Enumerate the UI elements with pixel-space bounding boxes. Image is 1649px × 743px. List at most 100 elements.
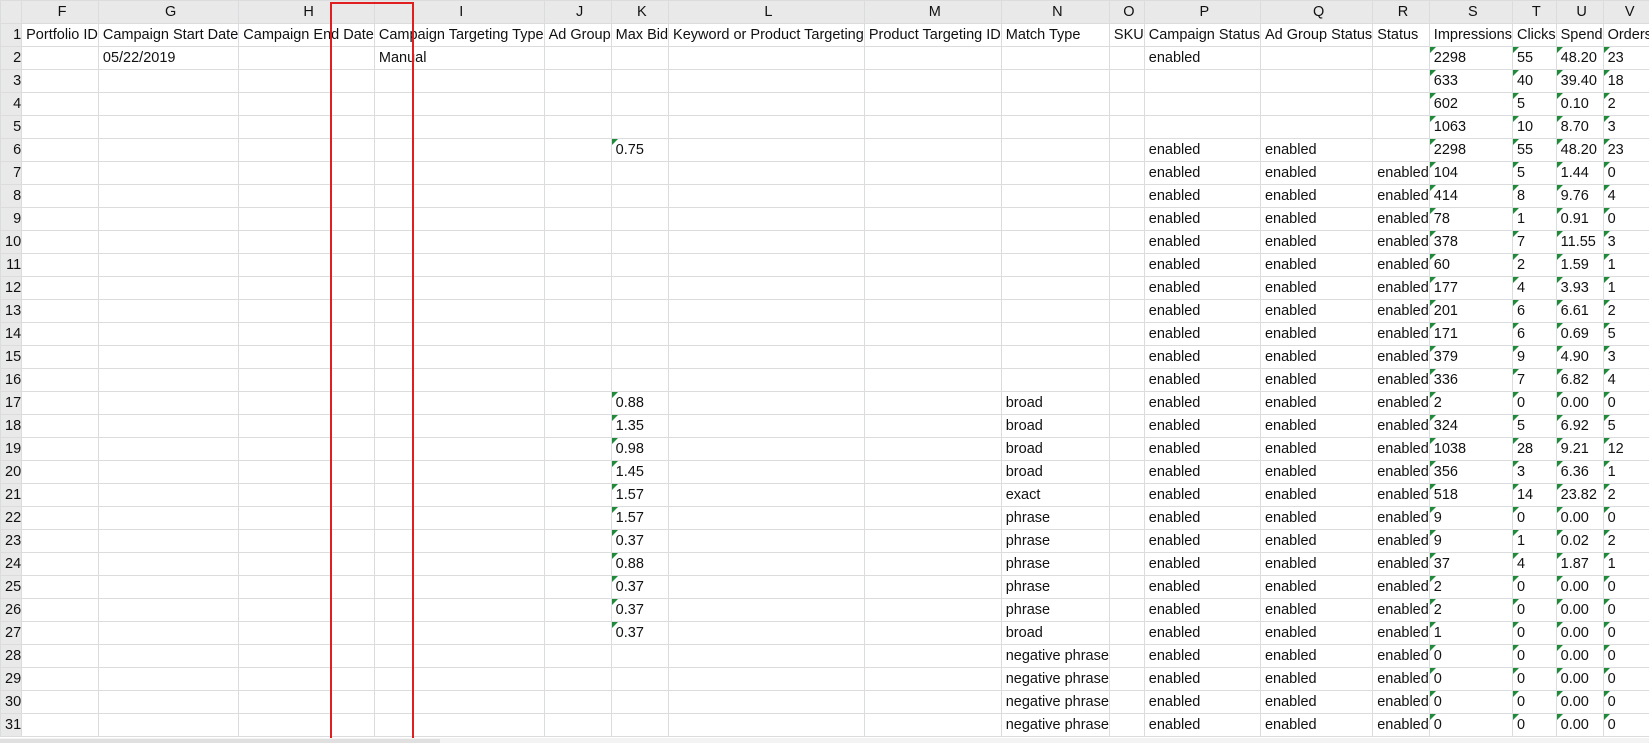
cell-g18[interactable] [97,414,240,438]
cell-o7[interactable] [1108,161,1145,185]
cell-q11[interactable]: enabled [1259,253,1374,277]
cell-h24[interactable] [238,552,375,576]
cell-t13[interactable]: 6 [1511,299,1557,323]
cell-t8[interactable]: 8 [1511,184,1557,208]
cell-n28[interactable]: negative phrase [1000,644,1110,668]
cell-l20[interactable] [668,460,865,484]
cell-h1[interactable]: Campaign End Date [238,23,375,47]
column-header-h[interactable]: H [238,0,375,24]
cell-t9[interactable]: 1 [1511,207,1557,231]
cell-i20[interactable] [373,460,545,484]
cell-k16[interactable] [610,368,670,392]
cell-p24[interactable]: enabled [1143,552,1261,576]
cell-v26[interactable]: 0 [1602,598,1649,622]
cell-l19[interactable] [668,437,865,461]
cell-t28[interactable]: 0 [1511,644,1557,668]
cell-n29[interactable]: negative phrase [1000,667,1110,691]
cell-n22[interactable]: phrase [1000,506,1110,530]
cell-i25[interactable] [373,575,545,599]
cell-j10[interactable] [543,230,612,254]
cell-p7[interactable]: enabled [1143,161,1261,185]
cell-p23[interactable]: enabled [1143,529,1261,553]
cell-r8[interactable]: enabled [1372,184,1430,208]
cell-g10[interactable] [97,230,240,254]
cell-i18[interactable] [373,414,545,438]
cell-v11[interactable]: 1 [1602,253,1649,277]
cell-u30[interactable]: 0.00 [1555,690,1604,714]
cell-t14[interactable]: 6 [1511,322,1557,346]
cell-g25[interactable] [97,575,240,599]
cell-j17[interactable] [543,391,612,415]
cell-u8[interactable]: 9.76 [1555,184,1604,208]
cell-l16[interactable] [668,368,865,392]
cell-f23[interactable] [21,529,99,553]
cell-m16[interactable] [863,368,1002,392]
cell-k27[interactable]: 0.37 [610,621,670,645]
cell-u31[interactable]: 0.00 [1555,713,1604,737]
cell-j2[interactable] [543,46,612,70]
cell-n11[interactable] [1000,253,1110,277]
cell-j12[interactable] [543,276,612,300]
cell-r28[interactable]: enabled [1372,644,1430,668]
cell-o15[interactable] [1108,345,1145,369]
cell-t2[interactable]: 55 [1511,46,1557,70]
cell-n16[interactable] [1000,368,1110,392]
cell-i16[interactable] [373,368,545,392]
cell-p21[interactable]: enabled [1143,483,1261,507]
cell-r24[interactable]: enabled [1372,552,1430,576]
cell-n9[interactable] [1000,207,1110,231]
cell-g23[interactable] [97,529,240,553]
cell-m18[interactable] [863,414,1002,438]
cell-n7[interactable] [1000,161,1110,185]
cell-l11[interactable] [668,253,865,277]
cell-q22[interactable]: enabled [1259,506,1374,530]
cell-l10[interactable] [668,230,865,254]
cell-m2[interactable] [863,46,1002,70]
cell-g14[interactable] [97,322,240,346]
row-header[interactable]: 23 [0,529,23,553]
cell-v4[interactable]: 2 [1602,92,1649,116]
cell-m31[interactable] [863,713,1002,737]
cell-f30[interactable] [21,690,99,714]
cell-l23[interactable] [668,529,865,553]
cell-q2[interactable] [1259,46,1374,70]
cell-t12[interactable]: 4 [1511,276,1557,300]
column-header-m[interactable]: M [863,0,1002,24]
cell-o10[interactable] [1108,230,1145,254]
row-header[interactable]: 22 [0,506,23,530]
cell-s8[interactable]: 414 [1428,184,1513,208]
column-header-k[interactable]: K [610,0,670,24]
cell-g24[interactable] [97,552,240,576]
cell-q10[interactable]: enabled [1259,230,1374,254]
cell-h12[interactable] [238,276,375,300]
cell-n4[interactable] [1000,92,1110,116]
cell-l30[interactable] [668,690,865,714]
cell-v9[interactable]: 0 [1602,207,1649,231]
cell-p2[interactable]: enabled [1143,46,1261,70]
cell-v2[interactable]: 23 [1602,46,1649,70]
cell-s31[interactable]: 0 [1428,713,1513,737]
cell-k5[interactable] [610,115,670,139]
cell-p28[interactable]: enabled [1143,644,1261,668]
cell-j1[interactable]: Ad Group [543,23,612,47]
cell-v30[interactable]: 0 [1602,690,1649,714]
cell-n20[interactable]: broad [1000,460,1110,484]
cell-g7[interactable] [97,161,240,185]
cell-j31[interactable] [543,713,612,737]
cell-i26[interactable] [373,598,545,622]
cell-v24[interactable]: 1 [1602,552,1649,576]
cell-u14[interactable]: 0.69 [1555,322,1604,346]
cell-f31[interactable] [21,713,99,737]
cell-o21[interactable] [1108,483,1145,507]
cell-q28[interactable]: enabled [1259,644,1374,668]
cell-k25[interactable]: 0.37 [610,575,670,599]
cell-f15[interactable] [21,345,99,369]
cell-r25[interactable]: enabled [1372,575,1430,599]
column-header-j[interactable]: J [543,0,612,24]
cell-l4[interactable] [668,92,865,116]
cell-g2[interactable]: 05/22/2019 [97,46,240,70]
cell-o23[interactable] [1108,529,1145,553]
cell-m15[interactable] [863,345,1002,369]
cell-n3[interactable] [1000,69,1110,93]
cell-h16[interactable] [238,368,375,392]
